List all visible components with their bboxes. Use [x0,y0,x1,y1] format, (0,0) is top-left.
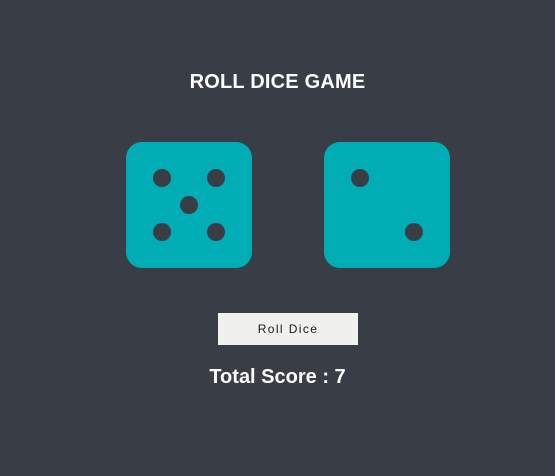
die-pip [152,168,171,187]
die-pip [350,168,369,187]
die-pip [207,223,226,242]
die-pip [405,223,424,242]
roll-dice-button[interactable]: Roll Dice [218,313,358,345]
die-1 [126,142,252,268]
total-score-label: Total Score : [209,366,335,388]
die-2 [324,142,450,268]
game-title: ROLL DICE GAME [189,71,366,93]
total-score-value: 7 [334,366,346,388]
total-score: Total Score : 7 [0,366,555,389]
die-pip [180,196,198,214]
die-pip [207,168,226,187]
die-pip [152,223,171,242]
